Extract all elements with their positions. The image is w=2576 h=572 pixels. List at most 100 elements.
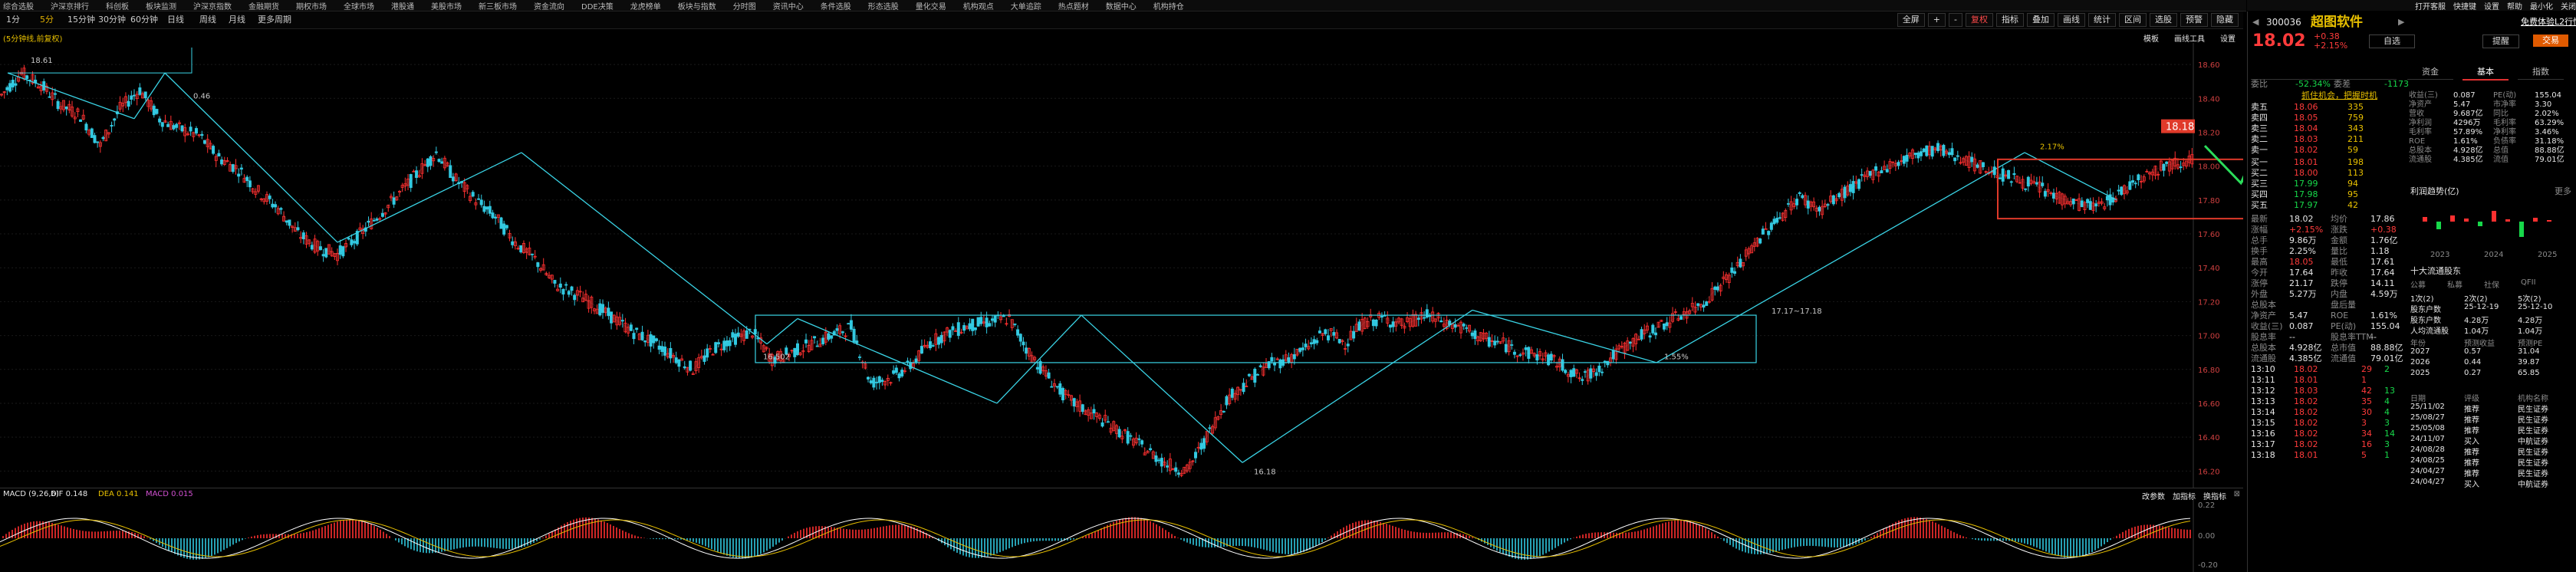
chart-tool-button[interactable]: 画线: [2058, 13, 2085, 27]
chart-tool-button[interactable]: 全屏: [1897, 13, 1925, 27]
l2-ad-link[interactable]: 免费体验L2行情: [2521, 15, 2576, 30]
menu-item[interactable]: 沪深京指数: [193, 0, 232, 12]
menu-item[interactable]: 资讯中心: [773, 0, 804, 12]
period-tab[interactable]: 30分钟: [95, 14, 129, 26]
window-control[interactable]: 快捷键: [2453, 0, 2476, 12]
table-cell: 2027: [2410, 347, 2430, 356]
menu-item[interactable]: 资金流向: [534, 0, 564, 12]
stat-cell: 0.087: [2289, 321, 2314, 331]
range-box: [755, 314, 1757, 363]
menu-item[interactable]: 机构观点: [963, 0, 994, 12]
close-indicator-icon[interactable]: ⊠: [2234, 490, 2240, 498]
watchlist-select[interactable]: 自选: [2369, 35, 2415, 48]
chart-tool-button[interactable]: 选股: [2150, 13, 2177, 27]
window-control[interactable]: 最小化: [2530, 0, 2553, 12]
ask-label: 卖三: [2251, 123, 2268, 133]
chart-tool-button[interactable]: 复权: [1966, 13, 1993, 27]
chart-tool-button[interactable]: 叠加: [2027, 13, 2055, 27]
menu-item[interactable]: 港股通: [391, 0, 414, 12]
chart-tool-button[interactable]: 隐藏: [2211, 13, 2239, 27]
window-control[interactable]: 帮助: [2507, 0, 2522, 12]
menu-item[interactable]: 机构持仓: [1153, 0, 1184, 12]
stat-cell: 4.59万: [2370, 289, 2398, 299]
chart-tools: 全屏 + - 复权 指标 叠加 画线 统计 区间 选股 预警 隐藏: [1897, 13, 2239, 27]
menu-item[interactable]: 热点题材: [1058, 0, 1089, 12]
trend-line: [521, 152, 768, 345]
trend-line: [766, 317, 798, 345]
menu-item[interactable]: 龙虎榜单: [630, 0, 661, 12]
menu-item[interactable]: 分时图: [733, 0, 756, 12]
menu-item[interactable]: 综合选股: [3, 0, 34, 12]
stat-cell: 5.47: [2289, 311, 2308, 321]
candle-body: [663, 347, 666, 356]
macd-chart[interactable]: 0.22 0.00 -0.20: [0, 500, 2243, 572]
menu-item[interactable]: 形态选股: [868, 0, 899, 12]
menu-item[interactable]: 科创板: [106, 0, 129, 12]
bid-label: 买二: [2251, 168, 2268, 178]
candle-body: [1874, 166, 1878, 171]
menu-item[interactable]: 金融期货: [248, 0, 279, 12]
price-tick-label: 17.40: [2198, 265, 2220, 273]
fin-cell: 88.88亿: [2535, 146, 2564, 155]
period-tab[interactable]: 5分: [37, 14, 57, 26]
window-control[interactable]: 设置: [2484, 0, 2499, 12]
chart-tool-button[interactable]: 区间: [2119, 13, 2147, 27]
trade-button[interactable]: 交易: [2533, 35, 2568, 47]
tick-cell: 18.02: [2294, 364, 2318, 374]
candle-body: [793, 347, 797, 357]
menu-item[interactable]: 美股市场: [431, 0, 462, 12]
more-link[interactable]: 更多: [2555, 185, 2571, 197]
window-control[interactable]: 关闭: [2561, 0, 2576, 12]
menu-item[interactable]: 期权市场: [296, 0, 327, 12]
holder-tab[interactable]: 社保: [2484, 278, 2499, 290]
holder-tab[interactable]: 公募: [2410, 278, 2426, 290]
chart-tool-button[interactable]: 指标: [1996, 13, 2024, 27]
period-tab[interactable]: 日线: [164, 14, 187, 26]
stat-cell: 2.25%: [2289, 246, 2316, 256]
period-tab[interactable]: 周线: [196, 14, 219, 26]
alert-button[interactable]: 提醒: [2482, 35, 2519, 48]
menu-item[interactable]: 板块监测: [146, 0, 176, 12]
side-tab[interactable]: 资金: [2407, 65, 2453, 80]
prev-stock-icon[interactable]: ◀: [2252, 15, 2259, 30]
window-control[interactable]: 打开客服: [2415, 0, 2446, 12]
menu-item[interactable]: 数据中心: [1106, 0, 1137, 12]
holder-tab[interactable]: QFII: [2521, 278, 2536, 287]
table-cell: 推荐: [2464, 459, 2479, 468]
menu-item[interactable]: 大单追踪: [1011, 0, 1041, 12]
period-tab[interactable]: 15分钟: [64, 14, 98, 26]
side-tab[interactable]: 指数: [2518, 65, 2564, 80]
chart-tool-button[interactable]: +: [1927, 13, 1946, 27]
next-stock-icon[interactable]: ▶: [2398, 15, 2404, 30]
menu-item[interactable]: 新三板市场: [479, 0, 517, 12]
candle-body: [1885, 169, 1889, 173]
period-tab[interactable]: 1分: [3, 14, 23, 26]
period-tab[interactable]: 更多周期: [255, 14, 294, 26]
menu-item[interactable]: DDE决策: [581, 0, 614, 12]
chart-menu-item[interactable]: 画线工具: [2174, 32, 2205, 44]
candle-body: [1527, 347, 1531, 359]
holder-tab[interactable]: 私募: [2447, 278, 2462, 290]
chart-tool-button[interactable]: 预警: [2180, 13, 2208, 27]
candle-body: [1258, 365, 1262, 367]
chart-menu-item[interactable]: 模板: [2143, 32, 2159, 44]
candle-body: [988, 323, 992, 327]
period-tab[interactable]: 月线: [225, 14, 248, 26]
menu-item[interactable]: 量化交易: [916, 0, 946, 12]
kline-chart[interactable]: 18.60 18.40 18.20 18.00 17.80 17.60 17.40 17.20…: [0, 43, 2243, 488]
tick-cell: 3: [2361, 418, 2367, 428]
menu-item[interactable]: 全球市场: [344, 0, 374, 12]
fin-cell: 营收: [2409, 110, 2424, 118]
promo-link[interactable]: 抓住机会，把握时机: [2301, 90, 2377, 101]
chart-tool-button[interactable]: 统计: [2088, 13, 2116, 27]
candle-body: [1332, 332, 1336, 336]
stat-cell: 净资产: [2251, 311, 2276, 321]
candle-body: [2012, 173, 2016, 176]
menu-item[interactable]: 板块与指数: [678, 0, 716, 12]
menu-item[interactable]: 条件选股: [821, 0, 851, 12]
chart-tool-button[interactable]: -: [1949, 13, 1962, 27]
period-tab[interactable]: 60分钟: [127, 14, 161, 26]
side-tab[interactable]: 基本: [2462, 65, 2509, 81]
chart-menu-item[interactable]: 设置: [2220, 32, 2235, 44]
menu-item[interactable]: 沪深京排行: [51, 0, 89, 12]
